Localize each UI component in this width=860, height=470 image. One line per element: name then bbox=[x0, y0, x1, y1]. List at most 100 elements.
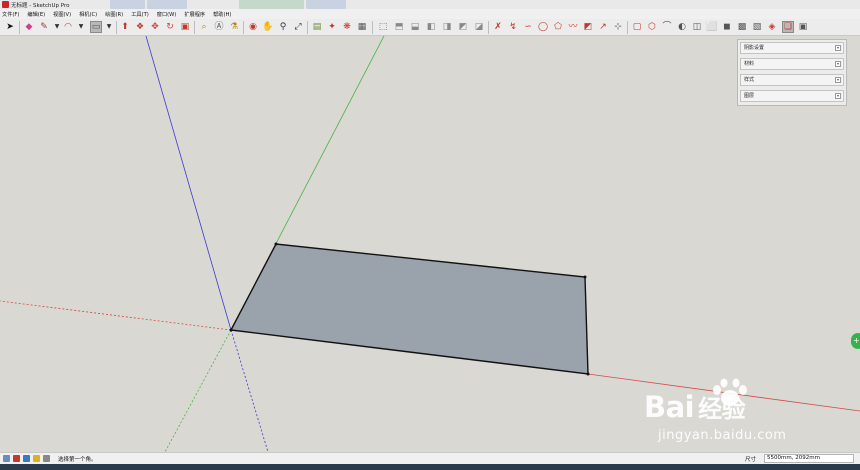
measurements-input[interactable]: 5500mm, 2092mm bbox=[764, 454, 854, 463]
menu-extensions[interactable]: 扩展程序 bbox=[180, 11, 209, 18]
solid-tools-icon[interactable]: ▢ bbox=[631, 21, 643, 33]
drawing-viewport[interactable] bbox=[0, 36, 860, 452]
section-plane-icon[interactable]: ◩ bbox=[582, 21, 594, 33]
side-expand-button[interactable]: + bbox=[851, 333, 860, 349]
rectangle-face[interactable] bbox=[229, 243, 589, 375]
eraser-icon[interactable]: ◆ bbox=[23, 21, 35, 33]
corner-vertex[interactable] bbox=[229, 328, 233, 332]
rotate-icon[interactable]: ↻ bbox=[164, 21, 176, 33]
shaded-icon[interactable]: ◼ bbox=[721, 21, 733, 33]
toolbar-separator bbox=[194, 21, 195, 34]
tape-measure-icon[interactable]: ⌕ bbox=[198, 21, 210, 33]
wireframe-icon[interactable]: ◫ bbox=[691, 21, 703, 33]
right-view-icon[interactable]: ◨ bbox=[441, 21, 453, 33]
blue-axis-dotted bbox=[230, 329, 269, 452]
toolbar-separator bbox=[307, 21, 308, 34]
credits-icon[interactable] bbox=[13, 455, 20, 462]
sandbox-icon[interactable]: ✗ bbox=[492, 21, 504, 33]
rectangle-icon[interactable]: ▭ bbox=[90, 21, 102, 33]
sketchup-window: 无标题 - SketchUp Pro 文件(F) 编辑(E) 视图(V) 相机(… bbox=[0, 0, 860, 470]
xray-icon[interactable]: ◐ bbox=[676, 21, 688, 33]
menu-draw[interactable]: 绘图(R) bbox=[101, 11, 127, 18]
tray-toggle-icon[interactable]: ❏ bbox=[782, 21, 794, 33]
zoom-extents-icon[interactable]: ⤢ bbox=[292, 21, 304, 33]
taskbar-tab[interactable] bbox=[110, 0, 145, 9]
expand-icon[interactable]: ▾ bbox=[835, 61, 841, 67]
freehand-icon[interactable]: 〰 bbox=[567, 21, 579, 33]
paint-bucket-icon[interactable]: ⚗ bbox=[228, 21, 240, 33]
main-toolbar: ➤ ◆ ✎ ▼ ◠ ▼ ▭ ▼ ⬆ ❖ ✥ ↻ ▣ ⌕ Ⓐ ⚗ ◉ ✋ ⚲ ⤢ … bbox=[0, 19, 860, 36]
circle-icon[interactable]: ◯ bbox=[537, 21, 549, 33]
menu-window[interactable]: 窗口(W) bbox=[153, 11, 181, 18]
taskbar-tab[interactable] bbox=[306, 0, 346, 9]
tray-panel-layers[interactable]: 图层 ▾ bbox=[740, 90, 844, 102]
pan-icon[interactable]: ✋ bbox=[262, 21, 274, 33]
select-arrow-icon[interactable]: ➤ bbox=[4, 21, 16, 33]
style-icon[interactable]: ◈ bbox=[766, 21, 778, 33]
dimension-icon[interactable]: ⊹ bbox=[612, 21, 624, 33]
taskbar-tab[interactable] bbox=[147, 0, 187, 9]
offset-icon[interactable]: ❖ bbox=[134, 21, 146, 33]
help-icon[interactable] bbox=[33, 455, 40, 462]
front-view-icon[interactable]: ◧ bbox=[425, 21, 437, 33]
geo-location-icon[interactable] bbox=[3, 455, 10, 462]
dropdown-arrow-icon[interactable]: ▼ bbox=[103, 21, 115, 33]
menu-tools[interactable]: 工具(T) bbox=[127, 11, 153, 18]
monochrome-icon[interactable]: ▧ bbox=[751, 21, 763, 33]
pencil-line-icon[interactable]: ✎ bbox=[38, 21, 50, 33]
model-scene[interactable] bbox=[0, 36, 860, 452]
orbit-icon[interactable]: ◉ bbox=[247, 21, 259, 33]
title-bar: 无标题 - SketchUp Pro bbox=[0, 0, 860, 9]
hidden-line-icon[interactable]: ⬜ bbox=[706, 21, 718, 33]
top-view-icon[interactable]: ⬓ bbox=[409, 21, 421, 33]
scale-icon[interactable]: ▣ bbox=[179, 21, 191, 33]
warehouse-icon[interactable]: ▤ bbox=[311, 21, 323, 33]
corner-vertex[interactable] bbox=[583, 275, 587, 279]
dropdown-arrow-icon[interactable]: ▼ bbox=[75, 21, 87, 33]
default-tray: 阴影设置 ▾ 材料 ▾ 样式 ▾ 图层 ▾ bbox=[737, 39, 847, 106]
toolbar-separator bbox=[372, 21, 373, 34]
taskbar-tab[interactable] bbox=[239, 0, 304, 9]
corner-vertex[interactable] bbox=[586, 372, 590, 376]
menu-file[interactable]: 文件(F) bbox=[0, 11, 23, 18]
intersect-icon[interactable]: ⬡ bbox=[646, 21, 658, 33]
expand-icon[interactable]: ▾ bbox=[835, 77, 841, 83]
follow-me-icon[interactable]: ↯ bbox=[507, 21, 519, 33]
menu-help[interactable]: 帮助(H) bbox=[209, 11, 235, 18]
zoom-icon[interactable]: ⚲ bbox=[277, 21, 289, 33]
expand-icon[interactable]: ▾ bbox=[835, 93, 841, 99]
menu-view[interactable]: 视图(V) bbox=[49, 11, 75, 18]
status-bar: 选择第一个角。 尺寸 5500mm, 2092mm bbox=[0, 452, 860, 464]
menu-edit[interactable]: 编辑(E) bbox=[23, 11, 49, 18]
green-axis-dotted bbox=[164, 329, 232, 452]
push-pull-icon[interactable]: ⬆ bbox=[119, 21, 131, 33]
extension-icon[interactable]: ✦ bbox=[326, 21, 338, 33]
menu-camera[interactable]: 相机(C) bbox=[75, 11, 101, 18]
expand-icon[interactable]: ▾ bbox=[835, 45, 841, 51]
textured-icon[interactable]: ▩ bbox=[736, 21, 748, 33]
window-title: 无标题 - SketchUp Pro bbox=[11, 2, 70, 9]
tray-panel-styles[interactable]: 样式 ▾ bbox=[740, 74, 844, 86]
arc-icon[interactable]: ◠ bbox=[62, 21, 74, 33]
model-info-icon[interactable]: ▣ bbox=[797, 21, 809, 33]
send-to-layout-icon[interactable]: ▦ bbox=[356, 21, 368, 33]
curve-icon[interactable]: ∽ bbox=[522, 21, 534, 33]
user-icon[interactable] bbox=[23, 455, 30, 462]
left-view-icon[interactable]: ◪ bbox=[473, 21, 485, 33]
arc-style-icon[interactable]: ⌒ bbox=[661, 21, 673, 33]
tray-panel-materials[interactable]: 材料 ▾ bbox=[740, 58, 844, 70]
component-icon[interactable]: ❋ bbox=[341, 21, 353, 33]
corner-vertex[interactable] bbox=[274, 242, 278, 246]
text-icon[interactable]: Ⓐ bbox=[213, 21, 225, 33]
tray-panel-shadows[interactable]: 阴影设置 ▾ bbox=[740, 42, 844, 54]
back-view-icon[interactable]: ◩ bbox=[457, 21, 469, 33]
background-tabs bbox=[110, 0, 410, 9]
axes-icon[interactable]: ↗ bbox=[597, 21, 609, 33]
plus-icon: + bbox=[853, 336, 860, 345]
iso-view-icon[interactable]: ⬒ bbox=[393, 21, 405, 33]
instructor-icon[interactable] bbox=[43, 455, 50, 462]
camera-views-icon[interactable]: ⬚ bbox=[377, 21, 389, 33]
move-icon[interactable]: ✥ bbox=[149, 21, 161, 33]
polygon-icon[interactable]: ⬠ bbox=[552, 21, 564, 33]
tray-panel-label: 阴影设置 bbox=[744, 45, 765, 51]
